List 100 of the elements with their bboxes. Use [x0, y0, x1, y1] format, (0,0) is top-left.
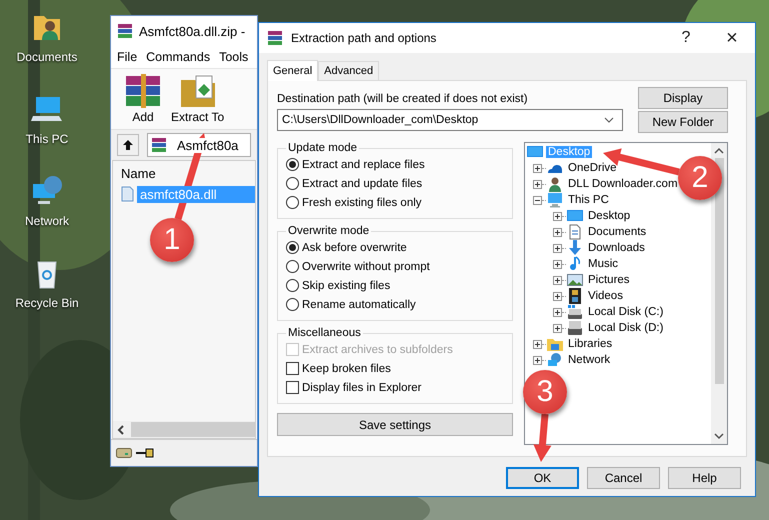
option-label[interactable]: Ask before overwrite	[302, 242, 407, 254]
tree-item[interactable]: OneDrive	[566, 162, 619, 174]
radio-button[interactable]	[286, 279, 299, 292]
arrow	[533, 414, 552, 462]
tree-item[interactable]: Libraries	[566, 338, 614, 350]
group-title: Update mode	[287, 142, 358, 154]
tree-item[interactable]: Local Disk (C:)	[586, 306, 666, 318]
expand-icon[interactable]	[533, 340, 542, 348]
expand-icon[interactable]	[553, 212, 562, 220]
dialog-button[interactable]: OK	[506, 467, 579, 489]
toolbar-button[interactable]: Add	[123, 69, 163, 129]
document-icon	[567, 224, 583, 240]
tab[interactable]: Advanced	[318, 61, 380, 80]
side-button[interactable]: New Folder	[638, 111, 728, 133]
option-label[interactable]: Extract and update files	[302, 178, 422, 190]
expand-icon[interactable]	[553, 308, 562, 316]
toolbar-button[interactable]: Extract To	[171, 69, 224, 129]
expand-icon[interactable]	[533, 356, 542, 364]
menu-item[interactable]: Tools	[219, 50, 248, 64]
drive-icon	[567, 304, 583, 320]
monitor-icon	[567, 208, 583, 224]
menu-item[interactable]: File	[117, 50, 138, 64]
archive-icon	[117, 23, 133, 39]
icon-label[interactable]: Network	[24, 214, 69, 228]
checkbox[interactable]	[286, 362, 299, 375]
archive-icon	[267, 30, 283, 46]
dialog-button[interactable]: Cancel	[587, 467, 660, 489]
tree-item[interactable]: This PC	[566, 194, 611, 206]
help-button[interactable]: ?	[663, 23, 709, 53]
group-title: Miscellaneous	[287, 327, 362, 339]
dialog-button[interactable]: Help	[668, 467, 741, 489]
vertical-scrollbar[interactable]	[711, 143, 727, 444]
chevron-up-icon[interactable]	[714, 147, 724, 154]
folder-icon	[547, 336, 563, 352]
icon-label[interactable]: Recycle Bin	[15, 296, 79, 310]
option-label[interactable]: Keep broken files	[302, 362, 391, 374]
picture-icon	[567, 272, 583, 288]
up-button[interactable]	[117, 134, 139, 156]
radio-button[interactable]	[286, 158, 299, 171]
tree-item[interactable]: Network	[566, 354, 612, 366]
music-note-icon	[567, 256, 583, 272]
tree-item[interactable]: Desktop	[586, 210, 632, 222]
expand-icon[interactable]	[533, 180, 542, 188]
tree-item[interactable]: Downloads	[586, 242, 647, 254]
tree-item[interactable]: DLL Downloader.com	[566, 178, 680, 190]
person-icon	[547, 176, 563, 192]
expand-icon[interactable]	[533, 164, 542, 172]
icon-label[interactable]: This PC	[26, 132, 68, 146]
field-label: Destination path (will be created if does not exist)	[277, 93, 529, 105]
icon-label[interactable]: Documents	[16, 50, 78, 64]
collapse-icon[interactable]	[533, 196, 542, 204]
up-arrow-icon[interactable]	[122, 139, 134, 151]
expand-icon[interactable]	[553, 292, 562, 300]
expand-icon[interactable]	[553, 276, 562, 284]
radio-button[interactable]	[286, 241, 299, 254]
horizontal-scrollbar[interactable]	[113, 421, 255, 438]
option-label[interactable]: Extract and replace files	[302, 158, 425, 170]
menu-item[interactable]: Commands	[146, 50, 210, 64]
option-label[interactable]: Rename automatically	[302, 298, 416, 310]
chevron-left-icon[interactable]	[117, 424, 125, 434]
radio-button[interactable]	[286, 298, 299, 311]
option-label[interactable]: Skip existing files	[302, 280, 390, 292]
tab[interactable]: General	[267, 60, 318, 81]
option-label[interactable]: Overwrite without prompt	[302, 260, 430, 272]
drive-icon	[116, 448, 132, 458]
tree-item[interactable]: Pictures	[586, 274, 632, 286]
expand-icon[interactable]	[553, 324, 562, 332]
tree-item[interactable]: Videos	[586, 290, 625, 302]
film-icon	[567, 288, 583, 304]
drive-icon	[567, 320, 583, 336]
window-title: Asmfct80a.dll.zip -	[139, 24, 246, 38]
expand-icon[interactable]	[553, 228, 562, 236]
column-header[interactable]: Name	[121, 166, 156, 180]
computer-icon	[547, 192, 563, 208]
key-icon	[136, 448, 154, 458]
tree-item[interactable]: Local Disk (D:)	[586, 322, 666, 334]
path-combo-box[interactable]: C:\Users\DllDownloader_com\Desktop	[277, 109, 623, 131]
books-icon	[123, 72, 163, 110]
expand-icon[interactable]	[553, 244, 562, 252]
down-arrow-icon	[567, 240, 583, 256]
radio-button[interactable]	[286, 196, 299, 209]
checkbox[interactable]	[286, 381, 299, 394]
chevron-down-icon[interactable]	[714, 433, 724, 440]
option-label[interactable]: Fresh existing files only	[302, 196, 422, 208]
tree-item[interactable]: Music	[586, 258, 620, 270]
side-button[interactable]: Display	[638, 87, 728, 109]
window-title: Extraction path and options	[291, 31, 436, 45]
radio-button[interactable]	[286, 260, 299, 273]
monitor-icon	[527, 144, 543, 160]
expand-icon[interactable]	[553, 260, 562, 268]
archive-icon	[151, 137, 167, 153]
close-button[interactable]: ×	[709, 23, 755, 53]
file-icon	[121, 186, 134, 202]
group-title: Overwrite mode	[287, 225, 370, 237]
radio-button[interactable]	[286, 177, 299, 190]
scrollbar-thumb[interactable]	[714, 158, 724, 384]
save-settings-button[interactable]: Save settings	[277, 413, 513, 436]
option-label[interactable]: Display files in Explorer	[302, 382, 422, 394]
tree-item[interactable]: Documents	[586, 226, 648, 238]
address-field[interactable]: Asmfct80a	[147, 133, 251, 157]
